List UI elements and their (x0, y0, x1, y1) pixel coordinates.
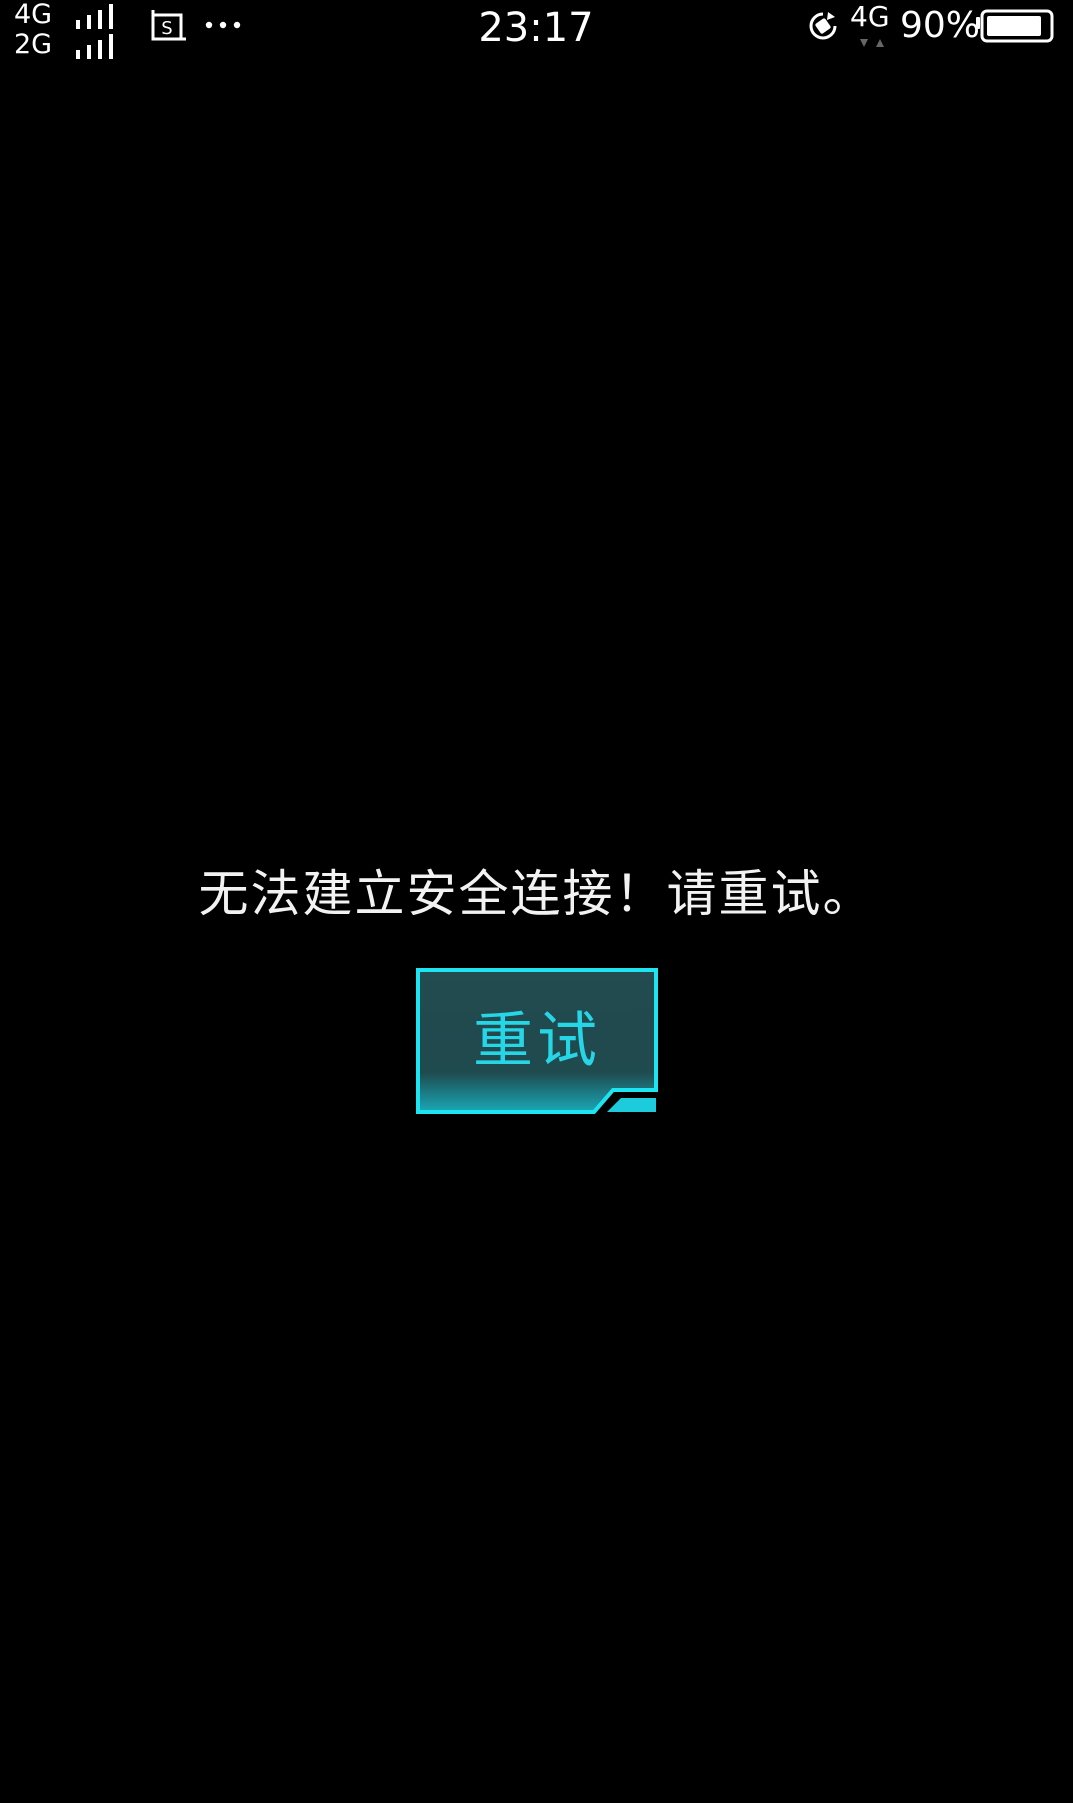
retry-button[interactable]: 重试 (416, 968, 658, 1114)
sim2-signal-row: 2G (14, 31, 113, 59)
more-notifications-icon (203, 15, 243, 35)
battery-percent: 90% (900, 5, 981, 46)
status-clock: 23:17 (478, 5, 594, 51)
sim1-signal-icon (76, 4, 113, 29)
sim1-network-label: 4G (14, 0, 53, 30)
sim1-signal-row: 4G (14, 1, 113, 29)
data-arrows-icon (857, 34, 887, 47)
sim2-signal-icon (76, 34, 113, 59)
dual-sim-signal: 4G 2G (14, 0, 124, 62)
svg-text:S: S (161, 18, 172, 39)
rotation-lock-icon (806, 9, 840, 43)
status-bar: 4G 2G S 23:17 4G 90% (0, 0, 1073, 62)
connection-error-message: 无法建立安全连接！请重试。 (198, 865, 875, 923)
screenshot-icon: S (148, 10, 188, 44)
sim2-network-label: 2G (14, 29, 53, 60)
data-network-label: 4G (850, 0, 890, 33)
mobile-data-indicator: 4G (850, 2, 892, 48)
battery-icon (975, 9, 1055, 43)
retry-button-label: 重试 (473, 1006, 601, 1076)
